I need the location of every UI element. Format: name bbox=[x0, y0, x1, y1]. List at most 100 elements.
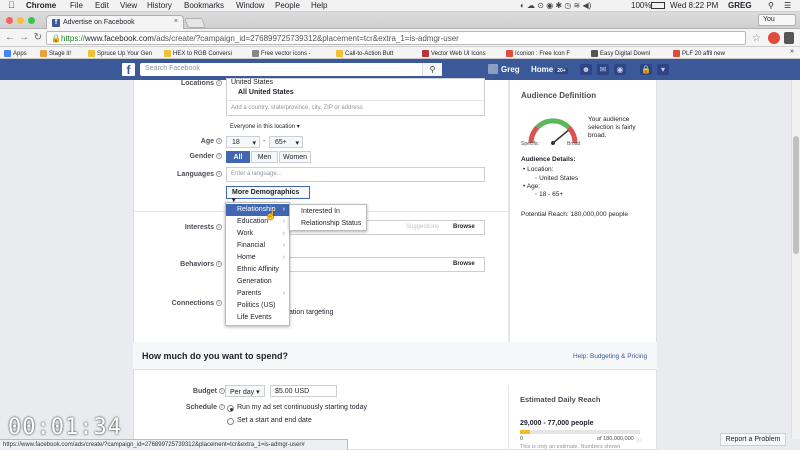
age-max-select[interactable]: 65+ ▾ bbox=[269, 136, 303, 148]
bookmark-item[interactable]: Iconion : Free Icon F bbox=[506, 49, 586, 58]
scrollbar-thumb[interactable] bbox=[793, 136, 799, 254]
report-problem-button[interactable]: Report a Problem bbox=[720, 433, 786, 446]
forward-icon[interactable]: → bbox=[18, 32, 30, 44]
bookmark-apps[interactable]: Apps bbox=[4, 49, 27, 58]
video-timer: 00:01:34 bbox=[8, 415, 122, 440]
page-scrollbar[interactable] bbox=[791, 80, 800, 439]
bookmark-item[interactable]: Call-to-Action Butt bbox=[336, 49, 416, 58]
spotlight-icon[interactable]: ⚲ bbox=[768, 1, 774, 10]
messages-icon[interactable]: ✉ bbox=[597, 64, 609, 75]
search-icon[interactable]: ⚲ bbox=[422, 63, 442, 76]
dropdown-item-relationship[interactable]: Relationship › bbox=[226, 204, 289, 216]
gender-all-button[interactable]: All bbox=[226, 151, 250, 163]
facebook-search-bar[interactable]: Search Facebook ⚲ bbox=[140, 63, 442, 76]
minimize-window-icon[interactable] bbox=[17, 17, 24, 24]
more-demographics-button[interactable]: More Demographics ▾ bbox=[226, 186, 310, 204]
dropdown-item-generation[interactable]: Generation bbox=[226, 276, 289, 288]
gender-men-button[interactable]: Men bbox=[251, 151, 278, 163]
location-scope-dropdown[interactable]: Everyone in this location ▾ bbox=[230, 123, 300, 130]
info-icon[interactable]: ⓘ bbox=[636, 436, 642, 444]
close-window-icon[interactable] bbox=[6, 17, 13, 24]
dropdown-item-parents[interactable]: Parents › bbox=[226, 288, 289, 300]
extension-icon[interactable] bbox=[768, 32, 780, 44]
dropdown-item-home[interactable]: Home › bbox=[226, 252, 289, 264]
info-icon[interactable]: i bbox=[216, 261, 222, 268]
schedule-dates-radio[interactable] bbox=[227, 418, 234, 425]
menu-help[interactable]: Help bbox=[311, 1, 327, 10]
language-input[interactable]: Enter a language... bbox=[226, 167, 485, 182]
tab-close-icon[interactable]: × bbox=[174, 18, 178, 25]
menu-people[interactable]: People bbox=[275, 1, 300, 10]
submenu-item-interested-in[interactable]: Interested In bbox=[290, 206, 366, 218]
bookmark-item[interactable]: HEX to RGB Conversi bbox=[164, 49, 248, 58]
info-icon[interactable]: i bbox=[216, 224, 222, 231]
info-icon[interactable]: i bbox=[216, 80, 222, 87]
menubar-user[interactable]: GREG bbox=[728, 1, 752, 10]
submenu-item-relationship-status[interactable]: Relationship Status bbox=[290, 218, 366, 230]
info-icon[interactable]: i bbox=[219, 404, 225, 411]
bookmark-item[interactable]: PLF 20 affil new bbox=[673, 49, 743, 58]
facebook-logo-icon[interactable]: f bbox=[122, 63, 135, 77]
friend-requests-icon[interactable]: ☻ bbox=[580, 64, 592, 75]
menubar-clock[interactable]: Wed 8:22 PM bbox=[670, 1, 718, 10]
browse-link[interactable]: Browse bbox=[453, 261, 475, 267]
bookmark-item[interactable]: Easy Digital Downl bbox=[591, 49, 669, 58]
suggestions-link[interactable]: Suggestions bbox=[406, 224, 439, 230]
budget-period-select[interactable]: Per day ▾ bbox=[225, 385, 265, 397]
bookmark-item[interactable]: Vector Web UI Icons bbox=[422, 49, 500, 58]
menu-window[interactable]: Window bbox=[236, 1, 264, 10]
gender-women-button[interactable]: Women bbox=[279, 151, 311, 163]
maximize-window-icon[interactable] bbox=[28, 17, 35, 24]
dropdown-item-education[interactable]: Education › bbox=[226, 216, 289, 228]
privacy-shortcuts-icon[interactable]: 🔒 bbox=[640, 64, 652, 75]
lock-icon[interactable]: 🔒 bbox=[51, 34, 61, 43]
apple-icon[interactable]:  bbox=[8, 0, 15, 10]
info-icon[interactable]: i bbox=[216, 138, 222, 145]
dropdown-item-ethnic-affinity[interactable]: Ethnic Affinity bbox=[226, 264, 289, 276]
notification-icon[interactable]: ☰ bbox=[784, 1, 791, 10]
location-input[interactable]: Add a country, state/province, city, ZIP… bbox=[231, 105, 363, 111]
bookmark-item[interactable]: Spruce Up Your Gen bbox=[88, 49, 160, 58]
budget-help-link[interactable]: Help: Budgeting & Pricing bbox=[573, 353, 647, 360]
bookmark-favicon-icon bbox=[422, 50, 429, 57]
facebook-favicon-icon: f bbox=[52, 19, 60, 27]
new-tab-button[interactable] bbox=[184, 18, 206, 28]
browse-link[interactable]: Browse bbox=[453, 224, 475, 230]
info-icon[interactable]: i bbox=[216, 300, 222, 307]
menu-bookmarks[interactable]: Bookmarks bbox=[184, 1, 224, 10]
age-min-select[interactable]: 18 ▾ bbox=[226, 136, 260, 148]
info-icon[interactable]: i bbox=[216, 171, 222, 178]
dropdown-item-life-events[interactable]: Life Events bbox=[226, 312, 289, 324]
budget-amount-input[interactable]: $5.00 USD bbox=[270, 385, 337, 397]
back-icon[interactable]: ← bbox=[4, 32, 16, 44]
schedule-continuous-radio[interactable] bbox=[227, 405, 234, 412]
bookmark-star-icon[interactable]: ☆ bbox=[752, 33, 761, 44]
gender-label: Gender bbox=[189, 153, 214, 160]
reload-icon[interactable]: ↻ bbox=[32, 32, 44, 44]
dropdown-item-work[interactable]: Work › bbox=[226, 228, 289, 240]
menu-history[interactable]: History bbox=[147, 1, 172, 10]
bookmark-item[interactable]: Stage it! bbox=[40, 49, 84, 58]
address-bar[interactable]: 🔒 https://www.facebook.com/ads/create/?c… bbox=[46, 31, 746, 45]
account-menu-icon[interactable]: ▾ bbox=[657, 64, 669, 75]
bookmarks-overflow-icon[interactable]: » bbox=[790, 48, 794, 55]
menu-file[interactable]: File bbox=[70, 1, 83, 10]
demographics-dropdown: Relationship › Education › Work › Financial… bbox=[225, 202, 290, 326]
bookmark-item[interactable]: Free vector icons - bbox=[252, 49, 332, 58]
dropdown-item-politics[interactable]: Politics (US) bbox=[226, 300, 289, 312]
info-icon[interactable]: i bbox=[216, 153, 222, 160]
menu-edit[interactable]: Edit bbox=[95, 1, 109, 10]
gender-label-row: Gender i bbox=[134, 153, 222, 163]
menu-app-name[interactable]: Chrome bbox=[26, 1, 56, 10]
tab-advertise-on-facebook[interactable]: f Advertise on Facebook × bbox=[46, 15, 184, 29]
extension-icon[interactable] bbox=[784, 32, 794, 44]
dropdown-item-financial[interactable]: Financial › bbox=[226, 240, 289, 252]
potential-reach: Potential Reach: 180,000,000 people bbox=[521, 211, 628, 218]
menu-view[interactable]: View bbox=[120, 1, 137, 10]
fb-home-link[interactable]: Home 20+ bbox=[531, 65, 568, 74]
notifications-icon[interactable]: ◉ bbox=[614, 64, 626, 75]
schedule-dates-label: Set a start and end date bbox=[237, 417, 312, 424]
location-selected[interactable]: All United States bbox=[238, 89, 294, 96]
fb-profile-link[interactable]: Greg bbox=[488, 64, 520, 74]
profile-button[interactable]: You bbox=[758, 14, 796, 26]
